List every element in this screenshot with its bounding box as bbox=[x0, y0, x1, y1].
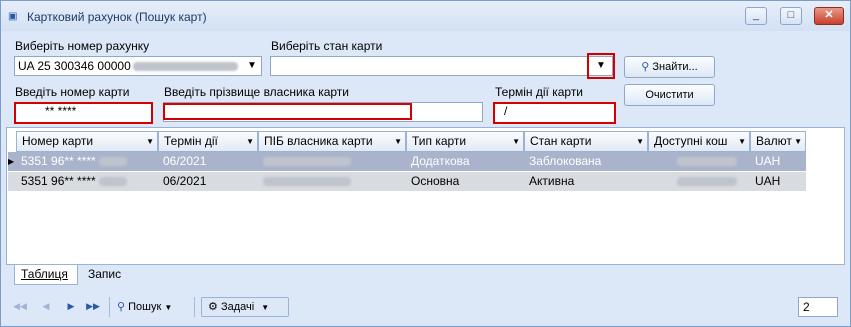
cell-card-state: Активна bbox=[529, 174, 575, 188]
card-state-select[interactable] bbox=[270, 56, 613, 76]
column-header-label: Валют bbox=[756, 134, 792, 148]
find-button-label: Знайти... bbox=[652, 61, 698, 73]
maximize-button[interactable]: □ bbox=[780, 7, 802, 25]
tasks-menu-label: Задачі bbox=[220, 301, 255, 313]
cell-expiry: 06/2021 bbox=[163, 174, 207, 188]
card-number-label: Введіть номер карти bbox=[15, 85, 130, 99]
cell-card-number: 5351 96** **** bbox=[16, 172, 158, 191]
chevron-down-icon[interactable]: ▼ bbox=[738, 132, 746, 151]
cell-card-state: Заблокована bbox=[529, 154, 602, 168]
clear-button[interactable]: Очистити bbox=[624, 84, 715, 106]
column-header-card-state[interactable]: Стан карти ▼ bbox=[524, 131, 648, 152]
card-number-highlight bbox=[14, 102, 153, 124]
expiry-highlight bbox=[493, 102, 616, 124]
tab-table[interactable]: Таблиця bbox=[14, 265, 78, 285]
app-icon: ▣ bbox=[8, 11, 18, 22]
chevron-down-icon[interactable]: ▼ bbox=[246, 132, 254, 151]
next-record-icon[interactable]: ▶ bbox=[64, 299, 78, 313]
title-bar[interactable]: ▣ Картковий рахунок (Пошук карт) _ □ ✕ bbox=[1, 1, 850, 31]
cell-currency: UAH bbox=[755, 154, 781, 168]
bottom-toolbar: ◀◀ ◀ ▶ ▶▶ ⚲ Пошук ▼ ⚙ Задачі ▼ 2 bbox=[6, 293, 845, 321]
chevron-down-icon[interactable]: ▼ bbox=[164, 303, 172, 312]
cell-owner bbox=[258, 152, 406, 171]
previous-record-icon[interactable]: ◀ bbox=[39, 299, 53, 313]
row-indicator-icon: ▶ bbox=[8, 157, 15, 166]
chevron-down-icon[interactable]: ▼ bbox=[261, 303, 269, 312]
card-state-dropdown-highlight[interactable]: ▼ bbox=[587, 53, 615, 79]
column-header-label: Номер карти bbox=[22, 134, 94, 148]
account-label: Виберіть номер рахунку bbox=[15, 39, 150, 53]
account-redacted bbox=[132, 62, 238, 72]
minimize-button[interactable]: _ bbox=[745, 7, 767, 25]
cell-available-funds bbox=[648, 152, 750, 171]
column-header-currency[interactable]: Валют ▼ bbox=[750, 131, 806, 152]
column-header-label: Стан карти bbox=[530, 134, 592, 148]
cell-card-type: Основна bbox=[411, 174, 460, 188]
binoculars-icon: ⚲ bbox=[117, 301, 126, 313]
find-button[interactable]: ⚲ Знайти... bbox=[624, 56, 715, 78]
table-row[interactable]: ▶ 5351 96** **** 06/2021 Додаткова Забло… bbox=[8, 152, 806, 171]
chevron-down-icon[interactable]: ▼ bbox=[146, 132, 154, 151]
tasks-menu-button[interactable]: ⚙ Задачі ▼ bbox=[201, 297, 289, 317]
record-count: 2 bbox=[798, 297, 838, 317]
tab-record[interactable]: Запис bbox=[82, 265, 138, 285]
window-title: Картковий рахунок (Пошук карт) bbox=[27, 10, 207, 24]
search-menu-label: Пошук bbox=[128, 301, 162, 313]
chevron-down-icon[interactable]: ▼ bbox=[512, 132, 520, 151]
chevron-down-icon[interactable]: ▼ bbox=[592, 57, 610, 75]
close-button[interactable]: ✕ bbox=[814, 7, 844, 25]
first-record-icon[interactable]: ◀◀ bbox=[13, 299, 27, 313]
cell-currency: UAH bbox=[755, 174, 781, 188]
cell-expiry: 06/2021 bbox=[163, 154, 207, 168]
column-header-expiry[interactable]: Термін дії ▼ bbox=[158, 131, 258, 152]
card-search-window: ▣ Картковий рахунок (Пошук карт) _ □ ✕ В… bbox=[0, 0, 851, 327]
column-header-label: Доступні кош bbox=[654, 134, 728, 148]
card-state-label: Виберіть стан карти bbox=[271, 39, 383, 53]
column-header-owner[interactable]: ПІБ власника карти ▼ bbox=[258, 131, 406, 152]
column-header-label: Тип карти bbox=[412, 134, 467, 148]
owner-highlight bbox=[163, 103, 412, 120]
column-header-card-type[interactable]: Тип карти ▼ bbox=[406, 131, 524, 152]
cell-card-number: 5351 96** **** bbox=[16, 152, 158, 171]
account-select[interactable]: UA 25 300346 00000 ▼ bbox=[14, 56, 262, 76]
cards-grid: Номер карти ▼ Термін дії ▼ ПІБ власника ка… bbox=[6, 127, 845, 265]
column-header-card-number[interactable]: Номер карти ▼ bbox=[16, 131, 158, 152]
cell-owner bbox=[258, 172, 406, 191]
table-row[interactable]: 5351 96** **** 06/2021 Основна Активна U… bbox=[8, 172, 806, 191]
binoculars-icon: ⚲ bbox=[641, 61, 650, 73]
account-value: UA 25 300346 00000 bbox=[18, 59, 131, 73]
last-record-icon[interactable]: ▶▶ bbox=[86, 299, 100, 313]
expiry-label: Термін дії карти bbox=[495, 85, 584, 99]
cell-card-type: Додаткова bbox=[411, 154, 470, 168]
toolbar-separator bbox=[109, 297, 110, 317]
column-header-label: ПІБ власника карти bbox=[264, 134, 373, 148]
toolbar-separator bbox=[194, 297, 195, 317]
owner-label: Введіть прізвище власника карти bbox=[164, 85, 349, 99]
column-header-available-funds[interactable]: Доступні кош ▼ bbox=[648, 131, 750, 152]
chevron-down-icon[interactable]: ▼ bbox=[394, 132, 402, 151]
chevron-down-icon[interactable]: ▼ bbox=[636, 132, 644, 151]
chevron-down-icon[interactable]: ▼ bbox=[794, 132, 802, 151]
cell-available-funds bbox=[648, 172, 750, 191]
column-header-label: Термін дії bbox=[164, 134, 218, 148]
chevron-down-icon[interactable]: ▼ bbox=[243, 57, 261, 75]
tasks-icon: ⚙ bbox=[208, 301, 218, 313]
search-menu-button[interactable]: ⚲ Пошук ▼ bbox=[117, 297, 187, 317]
